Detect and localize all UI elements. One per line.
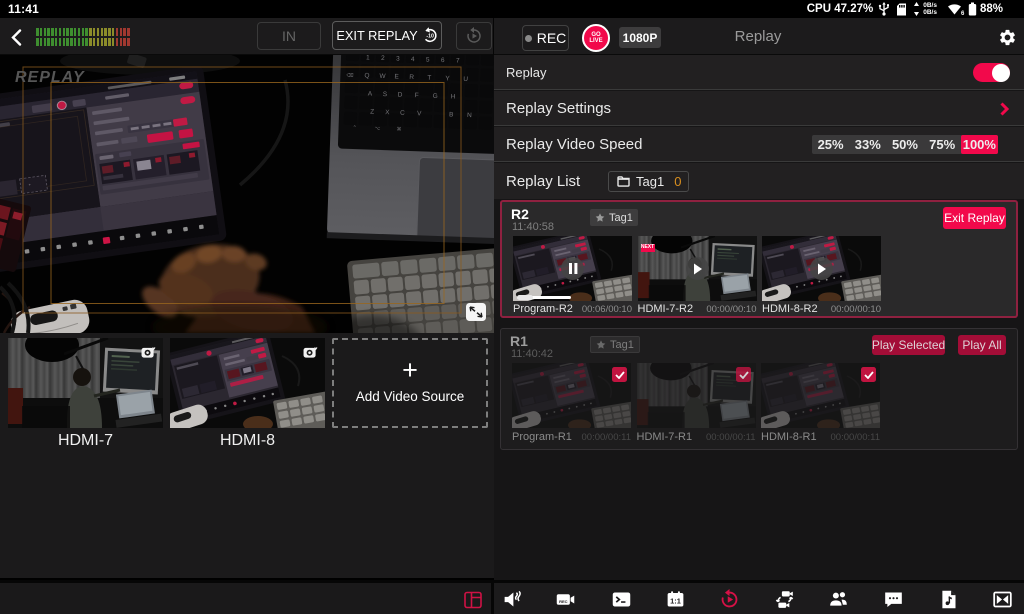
svg-text:G: G xyxy=(433,93,438,100)
svg-text:N: N xyxy=(467,112,472,119)
svg-text:2: 2 xyxy=(381,55,385,62)
svg-text:D: D xyxy=(398,92,403,99)
svg-text:Q: Q xyxy=(364,72,369,79)
svg-text:R: R xyxy=(409,74,414,81)
svg-text:C: C xyxy=(400,110,405,117)
svg-text:6: 6 xyxy=(441,57,445,64)
svg-text:1:1: 1:1 xyxy=(670,596,681,605)
svg-text:Z: Z xyxy=(370,109,374,116)
svg-text:⌘: ⌘ xyxy=(396,127,401,133)
svg-text:5: 5 xyxy=(426,57,430,64)
svg-text:⌥: ⌥ xyxy=(374,126,380,132)
svg-text:U: U xyxy=(463,76,468,83)
svg-text:1: 1 xyxy=(366,55,370,62)
svg-text:REPLAY: REPLAY xyxy=(15,69,85,86)
svg-text:7: 7 xyxy=(456,58,460,65)
svg-text:4: 4 xyxy=(411,56,415,63)
svg-text:REC: REC xyxy=(559,599,568,604)
svg-text:-10: -10 xyxy=(426,34,434,40)
svg-text:⌫: ⌫ xyxy=(346,73,353,79)
svg-text:W: W xyxy=(379,73,386,80)
svg-text:6: 6 xyxy=(961,11,965,16)
svg-text:H: H xyxy=(451,93,456,100)
svg-text:T: T xyxy=(427,75,431,82)
svg-text:⌃: ⌃ xyxy=(352,125,356,131)
svg-text:3: 3 xyxy=(396,55,400,62)
svg-text:F: F xyxy=(415,92,419,99)
svg-text:B: B xyxy=(449,111,454,118)
